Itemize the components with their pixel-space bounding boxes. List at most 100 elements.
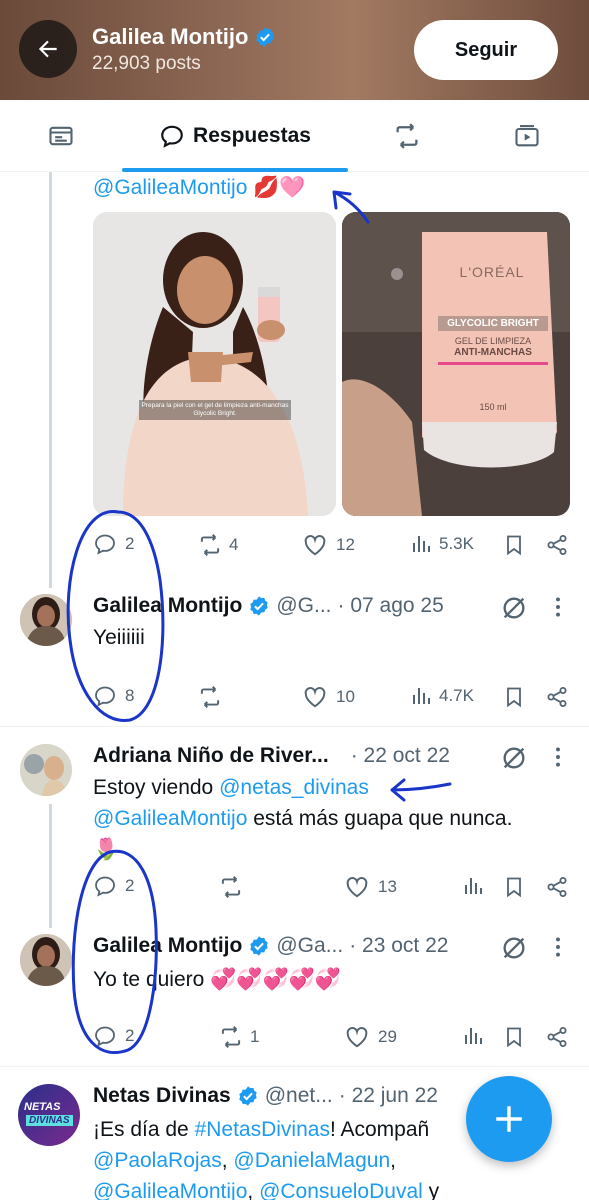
share-button[interactable] (545, 532, 569, 558)
post5-date: · 22 jun 22 (338, 1084, 438, 1107)
share-button[interactable] (545, 684, 569, 710)
share-button[interactable] (545, 1024, 569, 1050)
retweet-action[interactable]: 1 (218, 1024, 259, 1050)
post2-author-name[interactable]: Galilea Montijo (93, 594, 242, 618)
post1-image-2-brand: L'ORÉAL (459, 264, 525, 280)
post-divider (0, 726, 589, 727)
more-button[interactable] (550, 594, 566, 620)
bookmark-button[interactable] (502, 1024, 526, 1050)
compose-button[interactable] (466, 1076, 552, 1162)
like-action[interactable]: 29 (344, 1024, 397, 1050)
post4-author-name[interactable]: Galilea Montijo (93, 934, 242, 958)
views-action[interactable] (461, 874, 485, 898)
like-action[interactable]: 13 (344, 874, 397, 900)
post3-author-name[interactable]: Adriana Niño de River... (93, 744, 329, 768)
retweet-icon (396, 123, 418, 149)
like-icon (346, 1027, 368, 1048)
woman-photo (93, 212, 336, 516)
avatar[interactable]: NETAS DIVINAS (18, 1084, 80, 1146)
share-icon (547, 535, 567, 555)
post4-emoji: 💞💞💞💞💞 (210, 968, 341, 991)
bookmark-icon (507, 1027, 521, 1048)
share-icon (547, 877, 567, 897)
reply-action[interactable]: 2 (93, 1024, 134, 1048)
retweet-action[interactable] (197, 684, 223, 710)
like-action[interactable]: 12 (302, 532, 355, 558)
post5-mention-daniela[interactable]: @DanielaMagun (233, 1149, 390, 1172)
tab-media[interactable] (488, 100, 566, 172)
post-divider (0, 1066, 589, 1067)
post3-mention-galilea[interactable]: @GalileaMontijo (93, 807, 247, 830)
retweet-action[interactable]: 4 (197, 532, 238, 558)
grok-button[interactable] (500, 594, 528, 622)
follow-button[interactable]: Seguir (414, 20, 558, 80)
post1-mention[interactable]: @GalileaMontijo (93, 176, 247, 199)
netas-avatar-text-2: DIVINAS (26, 1115, 73, 1126)
post5-line1-post: ! Acompañ (329, 1118, 430, 1141)
avatar[interactable] (20, 934, 72, 986)
bookmark-button[interactable] (502, 874, 526, 900)
back-button[interactable] (19, 20, 77, 78)
views-action[interactable] (461, 1024, 485, 1048)
like-icon (346, 877, 368, 898)
tab-reposts[interactable] (368, 100, 446, 172)
post3-date: · 22 oct 22 (350, 744, 450, 767)
share-button[interactable] (545, 874, 569, 900)
views-icon (413, 536, 430, 552)
like-action[interactable]: 10 (302, 684, 355, 710)
post5-sep-3: , (247, 1180, 260, 1200)
bookmark-button[interactable] (502, 684, 526, 710)
post5-mention-consuelo[interactable]: @ConsueloDuval (259, 1180, 423, 1200)
avatar[interactable] (20, 744, 72, 796)
retweet-icon (200, 686, 220, 708)
views-action[interactable]: 5.3K (409, 532, 474, 556)
retweet-icon (221, 1026, 241, 1048)
retweet-action[interactable] (218, 874, 244, 900)
like-icon (304, 687, 326, 708)
more-icon (556, 747, 560, 767)
reply-action[interactable]: 2 (93, 532, 134, 556)
post2-header: Galilea Montijo @G... · 07 ago 25 (93, 594, 444, 618)
media-tab-icon (515, 125, 539, 147)
tab-posts[interactable] (22, 100, 100, 172)
post1-image-1[interactable]: Prepara la piel con el gel de limpieza a… (93, 212, 336, 516)
like-icon (304, 535, 326, 556)
post1-image-2-stripe (438, 362, 548, 365)
views-icon (465, 878, 482, 894)
bookmark-button[interactable] (502, 532, 526, 558)
post5-mention-paola[interactable]: @PaolaRojas (93, 1149, 222, 1172)
share-icon (547, 687, 567, 707)
post5-header: Netas Divinas @net... · 22 jun 22 (93, 1084, 438, 1108)
verified-icon (239, 1086, 257, 1106)
reply-count: 2 (125, 876, 135, 895)
tab-replies[interactable]: Respuestas (122, 100, 348, 172)
views-action[interactable]: 4.7K (409, 684, 474, 708)
avatar[interactable] (20, 594, 72, 646)
post5-mention-galilea[interactable]: @GalileaMontijo (93, 1180, 247, 1200)
grok-button[interactable] (500, 934, 528, 962)
post5-hashtag[interactable]: #NetasDivinas (195, 1118, 330, 1141)
post4-text: Yo te quiero 💞💞💞💞💞 (93, 964, 341, 995)
posts-tab-icon (49, 126, 73, 146)
post1-image-2-product: GLYCOLIC BRIGHT (438, 316, 548, 331)
more-button[interactable] (550, 934, 566, 960)
retweet-count: 4 (229, 535, 239, 554)
reply-icon (95, 876, 115, 897)
reply-action[interactable]: 8 (93, 684, 134, 708)
header-post-count: 22,903 posts (92, 53, 201, 74)
post3-mention-netas[interactable]: @netas_divinas (219, 776, 369, 799)
more-button[interactable] (550, 744, 566, 770)
like-count: 13 (378, 877, 397, 896)
bookmark-icon (507, 687, 521, 708)
views-icon (465, 1028, 482, 1044)
post2-date: · 07 ago 25 (337, 594, 444, 617)
post4-date: · 23 oct 22 (349, 934, 449, 957)
post1-image-2-line2: ANTI-MANCHAS (454, 347, 532, 358)
grok-button[interactable] (500, 744, 528, 772)
thread-line (49, 172, 52, 588)
reply-action[interactable]: 2 (93, 874, 134, 898)
post1-image-2[interactable]: L'ORÉAL GLYCOLIC BRIGHT GEL DE LIMPIEZA … (342, 212, 570, 516)
post5-author-name[interactable]: Netas Divinas (93, 1084, 231, 1108)
share-icon (547, 1027, 567, 1047)
post1-image-2-line1: GEL DE LIMPIEZA (454, 336, 532, 346)
